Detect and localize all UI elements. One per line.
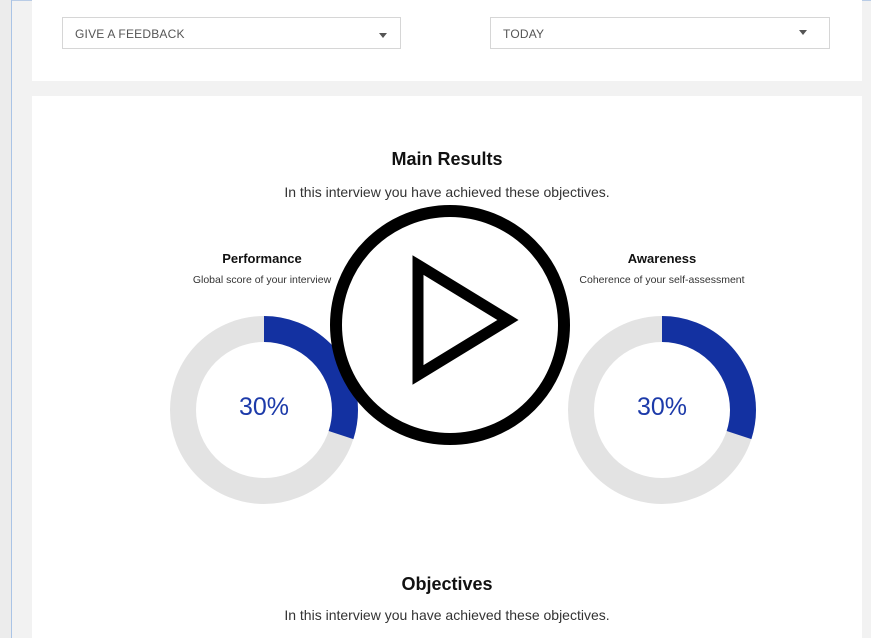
- caret-down-icon: [379, 33, 387, 38]
- awareness-donut: 30%: [567, 315, 767, 515]
- left-panel-edge: [0, 0, 12, 638]
- filter-card: GIVE A FEEDBACK TODAY: [32, 0, 862, 81]
- main-results-title: Main Results: [391, 149, 503, 169]
- objectives-title: Objectives: [401, 574, 493, 594]
- date-select-value: TODAY: [503, 27, 545, 41]
- feedback-select[interactable]: GIVE A FEEDBACK: [62, 17, 401, 49]
- caret-down-icon: [799, 30, 807, 35]
- main-results-subtitle: In this interview you have achieved thes…: [284, 184, 610, 200]
- play-button-icon[interactable]: [330, 205, 570, 445]
- date-select[interactable]: TODAY: [490, 17, 830, 49]
- feedback-select-value: GIVE A FEEDBACK: [75, 27, 185, 41]
- objectives-subtitle: In this interview you have achieved thes…: [284, 607, 610, 623]
- awareness-subtitle: Coherence of your self-assessment: [579, 274, 745, 286]
- awareness-title: Awareness: [627, 251, 697, 266]
- awareness-percent: 30%: [636, 393, 688, 421]
